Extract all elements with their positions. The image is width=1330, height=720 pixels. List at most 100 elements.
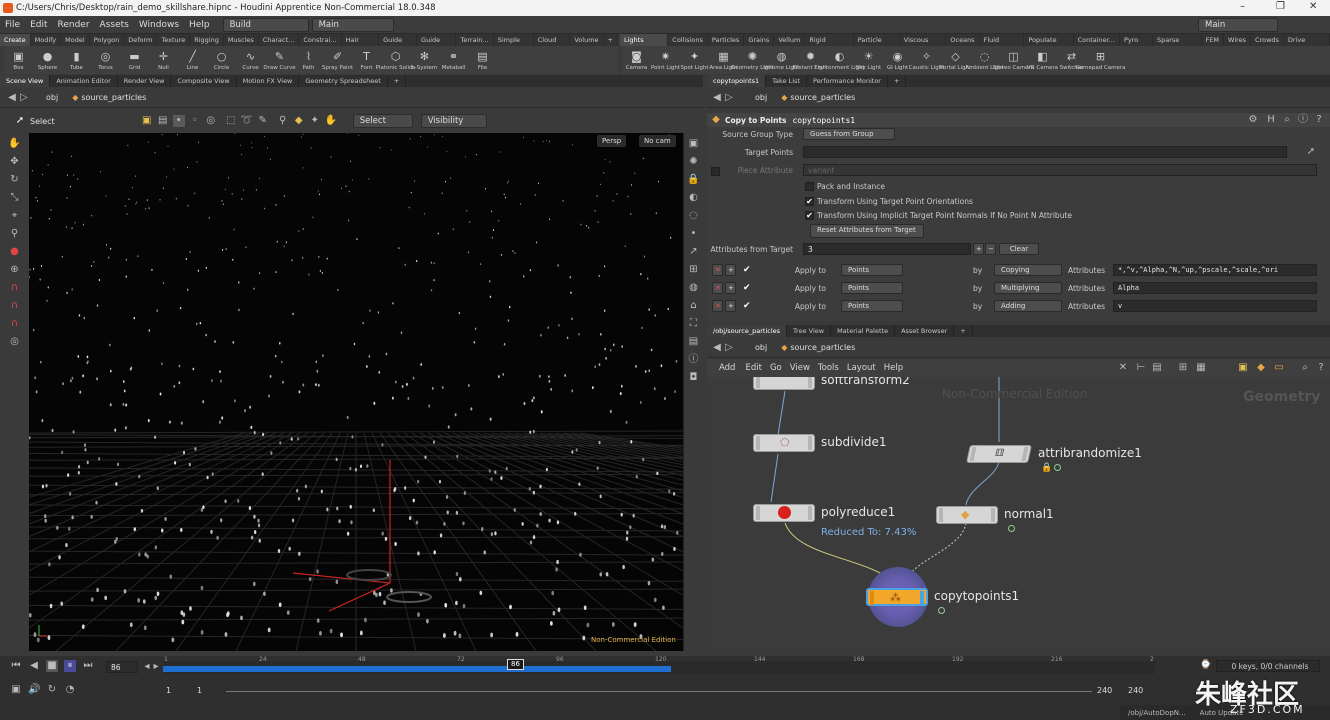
param-back-arrow-icon[interactable]: ◀: [711, 92, 723, 104]
attributes-field[interactable]: v: [1113, 300, 1317, 312]
add-param-tab-icon[interactable]: +: [888, 75, 907, 87]
lighting-icon[interactable]: ✺: [687, 155, 701, 169]
shelf-spray-paint-tool[interactable]: ✐ Spray Paint: [322, 50, 353, 71]
insert-row-icon[interactable]: +: [725, 300, 736, 312]
apply-to-menu[interactable]: Points: [841, 264, 903, 276]
piece-attr-field[interactable]: variant: [803, 164, 1317, 176]
network-help-icon[interactable]: ?: [1315, 362, 1327, 374]
shelf-stereo-camera-tool[interactable]: ◫ Stereo Camera: [993, 50, 1034, 71]
network-box-icon[interactable]: ▭: [1273, 362, 1285, 374]
target-points-field[interactable]: [803, 146, 1287, 158]
shelf-right-tab-9[interactable]: Fluid Con...: [980, 34, 1025, 56]
add-network-tab-icon[interactable]: +: [954, 325, 973, 337]
move-tool-icon[interactable]: ✥: [8, 155, 22, 169]
shelf-platonic-solids-tool[interactable]: ⬡ Platonic Solids: [376, 50, 416, 71]
menu-file[interactable]: File: [5, 20, 20, 30]
shelf-right-tab-6[interactable]: Particle Fl...: [854, 34, 900, 56]
loop-icon[interactable]: ↻: [46, 684, 58, 696]
playback-start[interactable]: 1: [197, 686, 202, 695]
menu-windows[interactable]: Windows: [139, 20, 179, 30]
insert-row-icon[interactable]: +: [725, 264, 736, 276]
shelf-environment-light-tool[interactable]: ◐ Environment Light: [814, 50, 865, 71]
shelf-sphere-tool[interactable]: ● Sphere: [33, 50, 62, 71]
shelf-left-tab-9[interactable]: Constrai...: [299, 34, 342, 46]
shelf-right-tab-14[interactable]: FEM: [1202, 34, 1225, 46]
shelf-left-tab-3[interactable]: Polygon: [90, 34, 125, 46]
node-copytopoints[interactable]: ⁂: [866, 588, 928, 606]
tab-geometry-spreadsheet[interactable]: Geometry Spreadsheet: [299, 75, 388, 87]
box-select-icon[interactable]: ⬚: [225, 115, 237, 127]
persp-menu[interactable]: Persp: [597, 135, 627, 147]
pause-icon[interactable]: ⏸: [64, 660, 76, 672]
gear-icon[interactable]: ⚙: [1247, 114, 1259, 126]
param-path-obj[interactable]: obj: [755, 93, 767, 102]
shelf-right-tab-15[interactable]: Wires: [1224, 34, 1252, 46]
pack-instance-checkbox[interactable]: [805, 182, 814, 191]
shelf-circle-tool[interactable]: ○ Circle: [207, 50, 236, 71]
normals-icon[interactable]: ↗: [687, 245, 701, 259]
row-enable-checkbox[interactable]: ✔: [743, 283, 751, 293]
pose-tool-icon[interactable]: ⚲: [8, 227, 22, 241]
playback-end[interactable]: 240: [1097, 686, 1112, 695]
lock-camera-icon[interactable]: 🔒: [687, 173, 701, 187]
keys-icon[interactable]: ⌚: [1200, 660, 1211, 670]
shelf-box-tool[interactable]: ▣ Box: [4, 50, 33, 71]
tab-material-palette[interactable]: Material Palette: [831, 325, 896, 337]
shelf-right-tab-2[interactable]: Particles: [708, 34, 745, 46]
shelf-spot-light-tool[interactable]: ✦ Spot Light: [680, 50, 709, 71]
select-groups-icon[interactable]: ◆: [293, 115, 305, 127]
network-path-obj[interactable]: obj: [755, 343, 767, 352]
paint-select-icon[interactable]: ✎: [257, 115, 269, 127]
tab-scene-view[interactable]: Scene View: [0, 75, 51, 87]
lasso-select-icon[interactable]: ➰: [241, 115, 253, 127]
current-frame-marker[interactable]: 86: [507, 659, 524, 670]
timeline-settings-icon[interactable]: ◔: [64, 684, 76, 696]
visibility-dropdown[interactable]: Visibility: [420, 114, 487, 128]
attributes-field[interactable]: Alpha: [1113, 282, 1317, 294]
scene-viewport[interactable]: Persp No cam Non-Commercial Edition: [29, 133, 683, 651]
shelf-caustic-light-tool[interactable]: ✧ Caustic Light: [909, 50, 945, 71]
select-points-icon[interactable]: •: [172, 115, 185, 127]
tree-icon[interactable]: ⊢: [1135, 362, 1147, 374]
row-enable-checkbox[interactable]: ✔: [743, 265, 751, 275]
shelf-tube-tool[interactable]: ▮ Tube: [62, 50, 91, 71]
shelf-camera-tool[interactable]: ◙ Camera: [622, 50, 651, 71]
remove-row-icon[interactable]: ✕: [712, 264, 723, 276]
shelf-line-tool[interactable]: ╱ Line: [178, 50, 207, 71]
shelf-left-tab-7[interactable]: Muscles: [224, 34, 259, 46]
handle-tool-icon[interactable]: ⌖: [8, 209, 22, 223]
shelf-right-tab-4[interactable]: Vellum: [774, 34, 806, 46]
shelf-volume-light-tool[interactable]: ◍ Volume Light: [764, 50, 800, 71]
remove-row-icon[interactable]: ✕: [712, 300, 723, 312]
render-region-icon[interactable]: ◘: [687, 371, 701, 385]
tab-render-view[interactable]: Render View: [118, 75, 172, 87]
frame-icon[interactable]: ⛶: [687, 317, 701, 331]
shelf-sky-light-tool[interactable]: ☀ Sky Light: [854, 50, 883, 71]
network-path-source[interactable]: source_particles: [790, 343, 855, 352]
normal-flag-icon[interactable]: [1008, 525, 1015, 532]
snap-grid-icon[interactable]: ∩: [8, 299, 22, 313]
transform-orient-checkbox[interactable]: ✔: [805, 197, 814, 206]
jump-start-icon[interactable]: ⏮: [10, 660, 22, 672]
network-editor[interactable]: Non-Commercial Edition Geometry softtran…: [707, 377, 1330, 651]
ghost-icon[interactable]: ◍: [687, 281, 701, 295]
shelf-left-tab-11[interactable]: Guide P...: [379, 34, 418, 56]
home-icon[interactable]: ⌂: [687, 299, 701, 313]
attribrandomize-flag-icon[interactable]: [1054, 464, 1061, 471]
shelf-right-tab-0[interactable]: Lights and...: [620, 34, 669, 56]
shelf-right-tab-11[interactable]: Container...: [1074, 34, 1120, 46]
snap-prim-icon[interactable]: ∩: [8, 317, 22, 331]
net-menu-layout[interactable]: Layout: [847, 363, 876, 373]
path-source-particles[interactable]: source_particles: [81, 93, 146, 102]
minimize-button[interactable]: –: [1240, 1, 1245, 12]
secure-selection-icon[interactable]: ⚲: [277, 115, 289, 127]
menu-render[interactable]: Render: [58, 20, 90, 30]
range-slider[interactable]: [226, 691, 1092, 692]
select-tool-icon[interactable]: ✋: [8, 137, 22, 151]
shelf-left-tab-1[interactable]: Modify: [31, 34, 62, 46]
tab-performance-monitor[interactable]: Performance Monitor: [807, 75, 888, 87]
shelf-right-tab-8[interactable]: Oceans: [946, 34, 980, 46]
param-path-source[interactable]: source_particles: [790, 93, 855, 102]
insert-row-icon[interactable]: +: [725, 282, 736, 294]
shelf-point-light-tool[interactable]: ✷ Point Light: [651, 50, 680, 71]
